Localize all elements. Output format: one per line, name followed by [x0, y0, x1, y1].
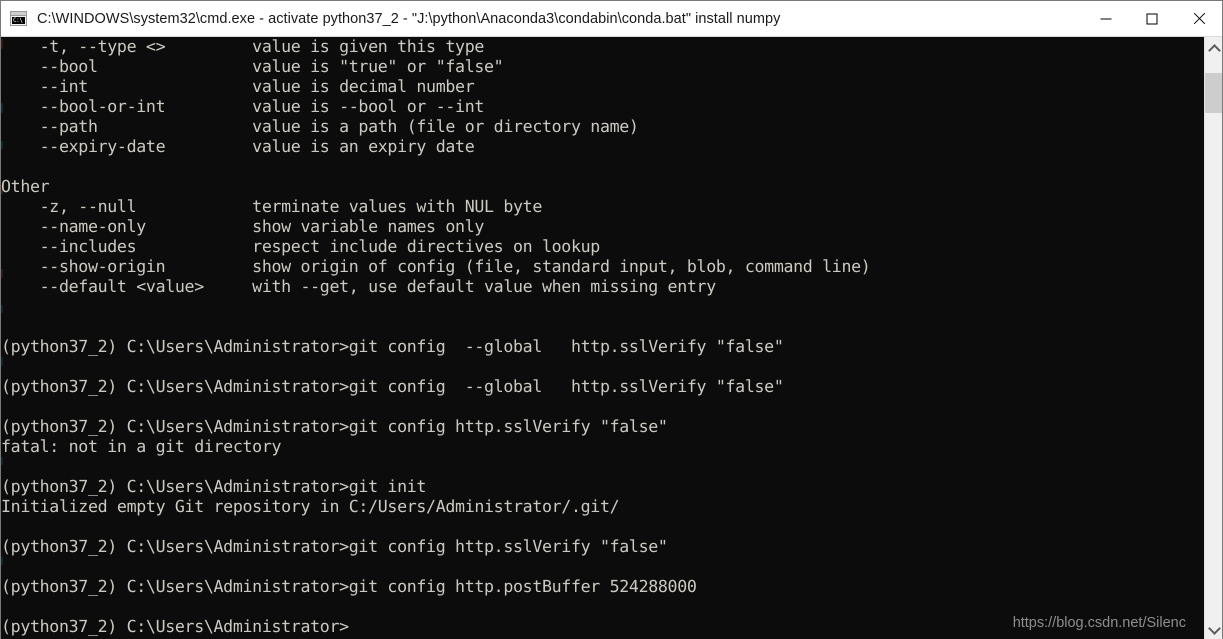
- window-title: C:\WINDOWS\system32\cmd.exe - activate p…: [37, 10, 781, 27]
- minimize-button[interactable]: [1083, 1, 1129, 36]
- chevron-down-icon: [1207, 621, 1221, 635]
- close-icon: [1192, 12, 1206, 26]
- cmd-console-icon: C:\: [10, 11, 27, 26]
- terminal-text: -t, --type <> value is given this type -…: [1, 37, 871, 636]
- close-button[interactable]: [1175, 1, 1222, 36]
- scroll-up-arrow[interactable]: [1205, 37, 1222, 58]
- scroll-down-arrow[interactable]: [1205, 618, 1222, 639]
- icon-screen-label: C:\: [12, 17, 25, 24]
- chevron-up-icon: [1207, 43, 1221, 57]
- window-titlebar[interactable]: C:\ C:\WINDOWS\system32\cmd.exe - activa…: [1, 1, 1222, 37]
- cmd-window: C:\ C:\WINDOWS\system32\cmd.exe - activa…: [0, 0, 1223, 639]
- watermark-text: https://blog.csdn.net/Silenc: [1012, 615, 1186, 631]
- vertical-scrollbar[interactable]: [1204, 37, 1222, 639]
- maximize-button[interactable]: [1129, 1, 1175, 36]
- icon-title-strip: [11, 12, 26, 16]
- terminal-output-area[interactable]: -t, --type <> value is given this type -…: [1, 37, 1205, 639]
- scroll-thumb[interactable]: [1205, 73, 1222, 113]
- maximize-icon: [1146, 13, 1158, 24]
- minimize-icon: [1100, 18, 1112, 19]
